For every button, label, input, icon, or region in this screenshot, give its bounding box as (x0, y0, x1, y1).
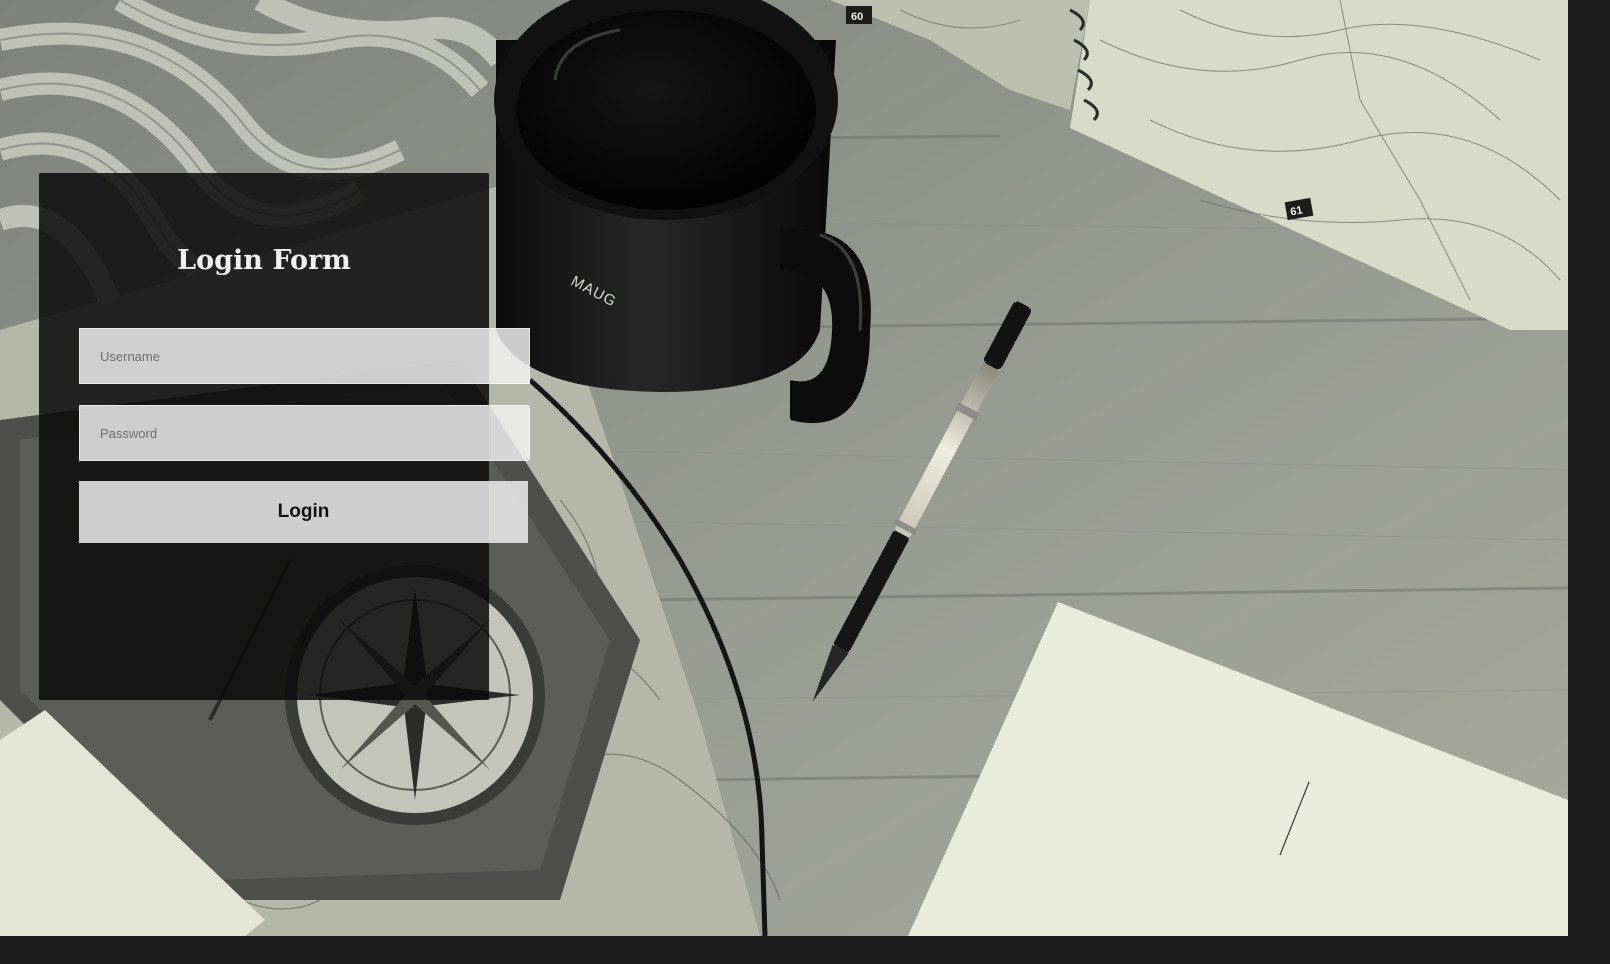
map-marker: 61 (1289, 204, 1303, 218)
login-page: MAUG 60 61 Login Form Username Login (0, 0, 1568, 936)
map-marker: 60 (851, 11, 863, 23)
bottom-bar (0, 936, 1610, 964)
form-title: Login Form (177, 245, 351, 276)
username-input[interactable] (79, 328, 530, 384)
login-button[interactable]: Login (79, 481, 528, 543)
password-input[interactable] (79, 405, 530, 461)
